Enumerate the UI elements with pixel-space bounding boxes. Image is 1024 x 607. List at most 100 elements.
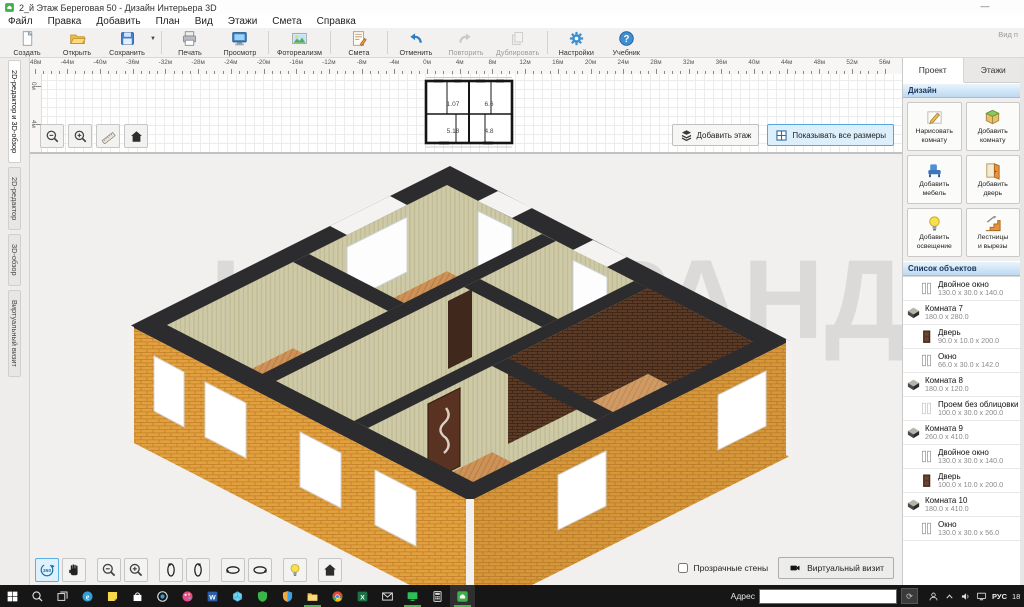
taskbar-chrome-icon[interactable]: [325, 585, 350, 607]
taskbar-cortana-icon[interactable]: [150, 585, 175, 607]
plan-tool-zoom-in[interactable]: [68, 124, 92, 148]
object-list-item[interactable]: Комната 7180.0 x 280.0: [903, 301, 1024, 325]
taskbar-paint-icon[interactable]: [175, 585, 200, 607]
plan-2d-strip[interactable]: 0м4м 1.076.65.184.8 Добавить этаж: [30, 74, 902, 154]
address-go-button[interactable]: ⟳: [901, 588, 918, 604]
viewport-tool-bulb[interactable]: [283, 558, 307, 582]
object-list-item[interactable]: Двойное окно130.0 x 30.0 x 140.0: [903, 445, 1024, 469]
virtual-visit-button[interactable]: Виртуальный визит: [778, 557, 894, 579]
transparent-walls-toggle[interactable]: Прозрачные стены: [678, 563, 768, 573]
panel-scrollbar[interactable]: [1020, 58, 1024, 585]
show-all-dimensions-button[interactable]: Показывать все размеры: [767, 124, 894, 146]
menu-item-5[interactable]: Вид: [195, 16, 213, 27]
viewport-tool-orbit-right[interactable]: [248, 558, 272, 582]
house-3d-model[interactable]: КИПОГРАНД: [30, 156, 902, 585]
transparent-walls-checkbox[interactable]: [678, 563, 688, 573]
menu-item-1[interactable]: Файл: [8, 16, 33, 27]
object-list-item[interactable]: Дверь90.0 x 10.0 x 200.0: [903, 325, 1024, 349]
address-input[interactable]: [759, 589, 897, 604]
panel-tab-этажи[interactable]: Этажи: [964, 58, 1024, 82]
taskbar-tv-green-icon[interactable]: [400, 585, 425, 607]
menu-item-7[interactable]: Смета: [272, 16, 301, 27]
object-list-item[interactable]: Комната 9260.0 x 410.0: [903, 421, 1024, 445]
taskbar-app-green-icon[interactable]: [450, 585, 475, 607]
tray-network-icon[interactable]: [976, 591, 987, 602]
viewport-tool-zoom-out[interactable]: [97, 558, 121, 582]
taskbar-folder-icon[interactable]: [300, 585, 325, 607]
minimize-button[interactable]: —: [976, 1, 994, 13]
viewport-tool-rotate-left[interactable]: [159, 558, 183, 582]
obj-room-icon: [906, 497, 921, 512]
tray-speaker-icon[interactable]: [960, 591, 971, 602]
viewport-tool-pan-hand[interactable]: [62, 558, 86, 582]
taskbar-clock[interactable]: 18: [1012, 592, 1024, 601]
design-button-add-room-box[interactable]: Добавитькомнату: [966, 102, 1021, 151]
panel-tab-проект[interactable]: Проект: [903, 58, 964, 83]
taskbar-sticky-notes-icon[interactable]: [100, 585, 125, 607]
plan-tool-zoom-out[interactable]: [40, 124, 64, 148]
object-list-item[interactable]: Дверь100.0 x 10.0 x 200.0: [903, 469, 1024, 493]
save-dropdown-arrow[interactable]: ▼: [150, 36, 156, 42]
ruler-label: 44м: [781, 59, 792, 66]
object-list-item[interactable]: Проем без облицовки100.0 x 30.0 x 200.0: [903, 397, 1024, 421]
plan-tool-measure-ruler[interactable]: [96, 124, 120, 148]
toolbar-button-undo[interactable]: Отменить: [391, 28, 441, 57]
view-tab-2[interactable]: 2D-редактор: [8, 167, 21, 230]
taskbar-store-icon[interactable]: [125, 585, 150, 607]
language-indicator[interactable]: РУС: [992, 592, 1007, 601]
toolbar-button-tutorial-help[interactable]: ?Учебник: [601, 28, 651, 57]
toolbar-button-preview-monitor[interactable]: Просмотр: [215, 28, 265, 57]
design-button-door-open[interactable]: Добавитьдверь: [966, 155, 1021, 204]
design-button-furniture-chair[interactable]: Добавитьмебель: [907, 155, 962, 204]
design-button-stairs[interactable]: Лестницыи вырезы: [966, 208, 1021, 257]
taskbar-viewer-3d-icon[interactable]: [225, 585, 250, 607]
rotate-left-icon: [163, 562, 179, 578]
taskbar-excel-icon[interactable]: X: [350, 585, 375, 607]
view-tab-1[interactable]: 2D-редактор и 3D-обзор: [8, 60, 21, 163]
tray-chevron-up-icon[interactable]: [944, 591, 955, 602]
object-list-item[interactable]: Комната 8180.0 x 120.0: [903, 373, 1024, 397]
toolbar-button-print[interactable]: Печать: [165, 28, 215, 57]
menu-item-2[interactable]: Правка: [48, 16, 82, 27]
toolbar-button-save-floppy[interactable]: Сохранить: [102, 28, 152, 57]
toolbar-button-new-document[interactable]: Создать: [2, 28, 52, 57]
taskbar-win-taskview-icon[interactable]: [50, 585, 75, 607]
taskbar-win-start-icon[interactable]: [0, 585, 25, 607]
toolbar-button-settings-gear[interactable]: Настройки: [551, 28, 601, 57]
design-button-bulb[interactable]: Добавитьосвещение: [907, 208, 962, 257]
object-list-item[interactable]: Окно66.0 x 30.0 x 142.0: [903, 349, 1024, 373]
menu-item-4[interactable]: План: [156, 16, 180, 27]
add-floor-stack-icon: [680, 129, 693, 142]
toolbar-button-open-folder[interactable]: Открыть: [52, 28, 102, 57]
viewport-tool-rotate-right[interactable]: [186, 558, 210, 582]
view-tab-4[interactable]: Виртуальный визит: [8, 290, 21, 377]
svg-text:?: ?: [623, 34, 629, 45]
object-list-item[interactable]: Двойное окно130.0 x 30.0 x 140.0: [903, 277, 1024, 301]
taskbar-word-icon[interactable]: W: [200, 585, 225, 607]
viewport-tool-rotate-360[interactable]: 360: [35, 558, 59, 582]
viewport-tool-zoom-in[interactable]: [124, 558, 148, 582]
add-floor-button[interactable]: Добавить этаж: [672, 124, 760, 146]
design-button-draw-room[interactable]: Нарисоватькомнату: [907, 102, 962, 151]
view-tab-3[interactable]: 3D-обзор: [8, 234, 21, 286]
object-list-item[interactable]: Комната 10180.0 x 410.0: [903, 493, 1024, 517]
object-list-item[interactable]: Окно130.0 x 30.0 x 56.0: [903, 517, 1024, 541]
taskbar-edge-icon[interactable]: e: [75, 585, 100, 607]
tray-people-icon[interactable]: [928, 591, 939, 602]
plan-tool-home[interactable]: [124, 124, 148, 148]
viewport-3d[interactable]: КИПОГРАНД: [30, 156, 902, 585]
floorplan-preview[interactable]: 1.076.65.184.8: [423, 76, 515, 150]
viewport-tool-home[interactable]: [318, 558, 342, 582]
toolbar-button-estimate[interactable]: Смета: [334, 28, 384, 57]
taskbar-mail-icon[interactable]: [375, 585, 400, 607]
taskbar-win-search-icon[interactable]: [25, 585, 50, 607]
menu-item-3[interactable]: Добавить: [96, 16, 140, 27]
taskbar-calculator-icon[interactable]: [425, 585, 450, 607]
toolbar-separator: [161, 31, 162, 54]
viewport-tool-orbit-left[interactable]: [221, 558, 245, 582]
menu-item-6[interactable]: Этажи: [228, 16, 258, 27]
toolbar-button-photorealism[interactable]: Фотореализм: [272, 28, 327, 57]
taskbar-defender-icon[interactable]: [275, 585, 300, 607]
taskbar-shield-green-icon[interactable]: [250, 585, 275, 607]
menu-item-8[interactable]: Справка: [317, 16, 356, 27]
